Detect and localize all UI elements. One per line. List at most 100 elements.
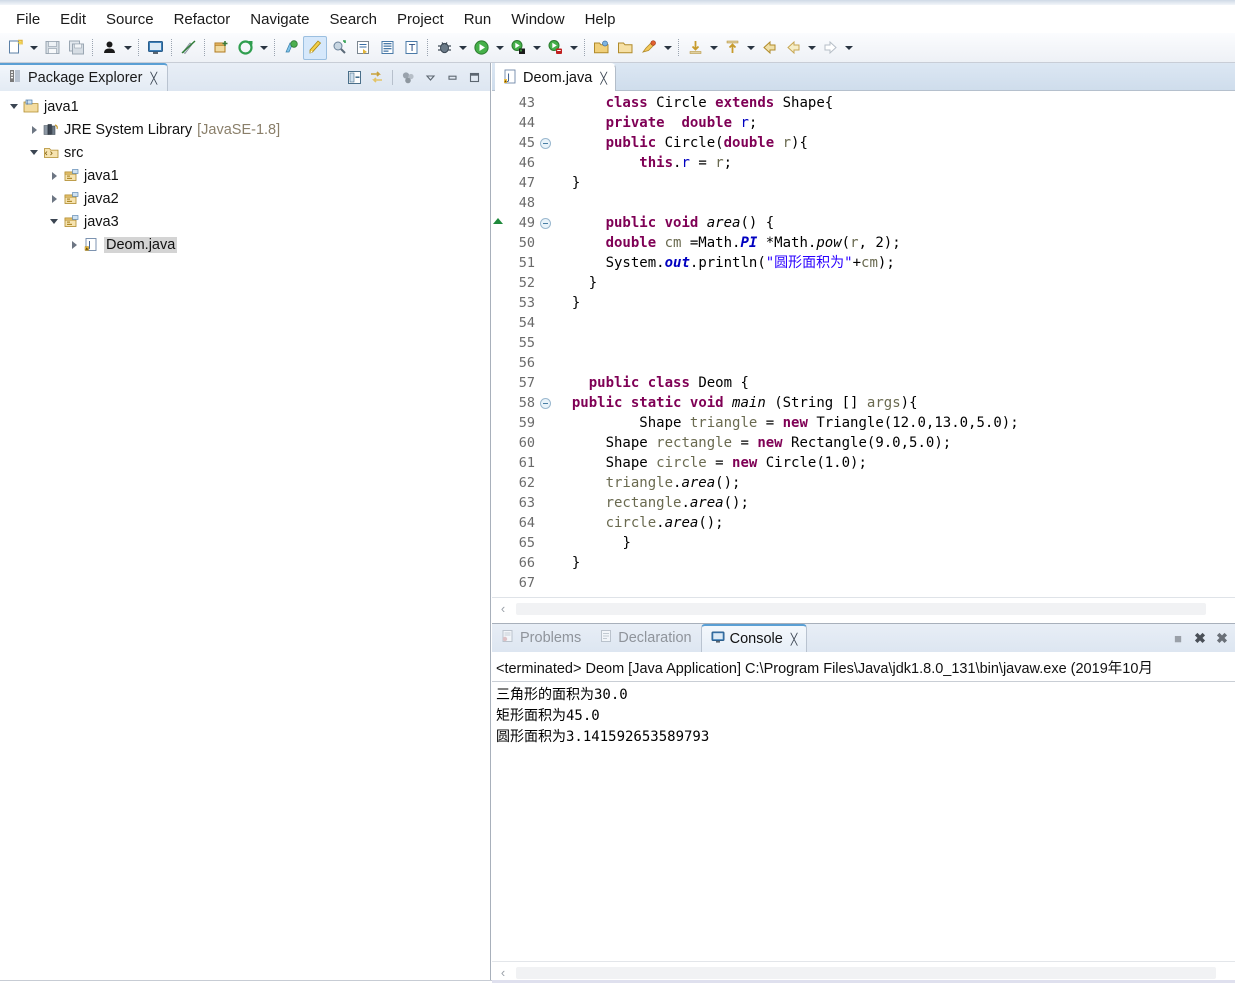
- menu-item-source[interactable]: Source: [96, 9, 164, 30]
- minimize-icon[interactable]: [443, 68, 462, 87]
- next-edit-icon[interactable]: [720, 36, 744, 60]
- highlight-icon[interactable]: [303, 35, 327, 60]
- forward-icon[interactable]: [818, 36, 842, 60]
- person-icon[interactable]: [97, 36, 121, 60]
- chevron-down-icon[interactable]: [567, 36, 580, 60]
- run-external-tools-icon[interactable]: [506, 36, 530, 60]
- chevron-down-icon[interactable]: [661, 36, 674, 60]
- tree-item-java3[interactable]: java3: [0, 210, 490, 233]
- tree-item-java1[interactable]: Jjava1: [0, 95, 490, 118]
- chevron-down-icon[interactable]: [46, 214, 62, 230]
- open-type-icon[interactable]: [327, 36, 351, 60]
- code-line[interactable]: triangle.area();: [555, 473, 1235, 493]
- last-edit-icon[interactable]: [375, 36, 399, 60]
- menu-item-project[interactable]: Project: [387, 9, 454, 30]
- chevron-down-icon[interactable]: [805, 36, 818, 60]
- chevron-down-icon[interactable]: [257, 36, 270, 60]
- chevron-down-icon[interactable]: [27, 36, 40, 60]
- coverage-icon[interactable]: [543, 36, 567, 60]
- tree-item-java1[interactable]: java1: [0, 164, 490, 187]
- code-line[interactable]: rectangle.area();: [555, 493, 1235, 513]
- menu-item-file[interactable]: File: [6, 9, 50, 30]
- editor-scroll-thumb[interactable]: [516, 602, 1206, 615]
- tab-deom-java[interactable]: J Deom.java ╳: [495, 63, 616, 91]
- code-line[interactable]: private double r;: [555, 113, 1235, 133]
- code-line[interactable]: System.out.println("圆形面积为"+cm);: [555, 253, 1235, 273]
- search-icon[interactable]: [637, 36, 661, 60]
- terminate-icon[interactable]: ■: [1169, 629, 1187, 647]
- folder-icon[interactable]: [613, 36, 637, 60]
- code-line[interactable]: double cm =Math.PI *Math.pow(r, 2);: [555, 233, 1235, 253]
- console-scroll-thumb[interactable]: [516, 966, 1216, 979]
- chevron-right-icon[interactable]: [46, 191, 62, 207]
- scroll-left-icon[interactable]: ‹: [492, 599, 514, 619]
- code-line[interactable]: public class Deom {: [555, 373, 1235, 393]
- new-java-class-icon[interactable]: [233, 36, 257, 60]
- tab-problems[interactable]: Problems: [492, 624, 590, 652]
- code-line[interactable]: [555, 353, 1235, 373]
- back-icon[interactable]: [757, 36, 781, 60]
- code-line[interactable]: }: [555, 553, 1235, 573]
- chevron-down-icon[interactable]: [707, 36, 720, 60]
- editor-marker-bar[interactable]: [492, 91, 503, 597]
- tree-item-java2[interactable]: java2: [0, 187, 490, 210]
- tab-declaration[interactable]: Declaration: [590, 624, 700, 652]
- code-line[interactable]: Shape circle = new Circle(1.0);: [555, 453, 1235, 473]
- externalize-strings-icon[interactable]: [351, 36, 375, 60]
- chevron-down-icon[interactable]: [456, 36, 469, 60]
- chevron-down-icon[interactable]: [744, 36, 757, 60]
- save-icon[interactable]: [40, 36, 64, 60]
- editor-code-area[interactable]: class Circle extends Shape{ private doub…: [552, 91, 1235, 597]
- chevron-down-icon[interactable]: [530, 36, 543, 60]
- code-line[interactable]: [555, 313, 1235, 333]
- console-output[interactable]: 三角形的面积为30.0 矩形面积为45.0 圆形面积为3.1415926535897…: [492, 682, 1235, 748]
- skip-breakpoints-icon[interactable]: [176, 36, 200, 60]
- editor-horizontal-scrollbar[interactable]: ‹: [492, 597, 1235, 619]
- chevron-down-icon[interactable]: [6, 99, 22, 115]
- code-line[interactable]: public Circle(double r){: [555, 133, 1235, 153]
- close-icon[interactable]: ╳: [150, 72, 157, 85]
- console-icon[interactable]: [143, 36, 167, 60]
- code-line[interactable]: }: [555, 293, 1235, 313]
- chevron-right-icon[interactable]: [66, 237, 82, 253]
- tab-console[interactable]: Console ╳: [700, 624, 808, 652]
- save-all-icon[interactable]: [64, 36, 88, 60]
- code-line[interactable]: [555, 573, 1235, 593]
- previous-edit-icon[interactable]: [683, 36, 707, 60]
- menu-item-search[interactable]: Search: [319, 9, 387, 30]
- close-icon[interactable]: ╳: [600, 72, 607, 85]
- fold-collapse-icon[interactable]: [539, 213, 552, 233]
- code-line[interactable]: class Circle extends Shape{: [555, 93, 1235, 113]
- code-line[interactable]: public void area() {: [555, 213, 1235, 233]
- code-line[interactable]: }: [555, 173, 1235, 193]
- fold-collapse-icon[interactable]: [539, 133, 552, 153]
- tab-package-explorer[interactable]: Package Explorer ╳: [0, 63, 169, 91]
- menu-item-edit[interactable]: Edit: [50, 9, 96, 30]
- menu-item-help[interactable]: Help: [575, 9, 626, 30]
- chevron-down-icon[interactable]: [493, 36, 506, 60]
- chevron-down-icon[interactable]: [121, 36, 134, 60]
- editor-folding-bar[interactable]: [539, 91, 552, 597]
- menu-item-refactor[interactable]: Refactor: [164, 9, 241, 30]
- new-java-project-icon[interactable]: [279, 36, 303, 60]
- menu-item-run[interactable]: Run: [454, 9, 502, 30]
- code-line[interactable]: Shape triangle = new Triangle(12.0,13.0,…: [555, 413, 1235, 433]
- tree-item-deom-java[interactable]: J Deom.java: [0, 233, 490, 256]
- maximize-icon[interactable]: [465, 68, 484, 87]
- new-java-package-icon[interactable]: [209, 36, 233, 60]
- code-line[interactable]: [555, 193, 1235, 213]
- code-line[interactable]: this.r = r;: [555, 153, 1235, 173]
- code-line[interactable]: public static void main (String [] args)…: [555, 393, 1235, 413]
- chevron-down-icon[interactable]: [26, 145, 42, 161]
- fold-collapse-icon[interactable]: [539, 393, 552, 413]
- link-with-editor-icon[interactable]: [367, 68, 386, 87]
- back-history-icon[interactable]: [781, 36, 805, 60]
- code-line[interactable]: circle.area();: [555, 513, 1235, 533]
- chevron-down-icon[interactable]: [842, 36, 855, 60]
- code-line[interactable]: }: [555, 533, 1235, 553]
- code-line[interactable]: }: [555, 273, 1235, 293]
- tree-item-src[interactable]: src: [0, 141, 490, 164]
- close-icon[interactable]: ╳: [791, 633, 798, 646]
- new-wizard-icon[interactable]: [3, 36, 27, 60]
- tree-item-jre-system-library[interactable]: JRE System Library [JavaSE-1.8]: [0, 118, 490, 141]
